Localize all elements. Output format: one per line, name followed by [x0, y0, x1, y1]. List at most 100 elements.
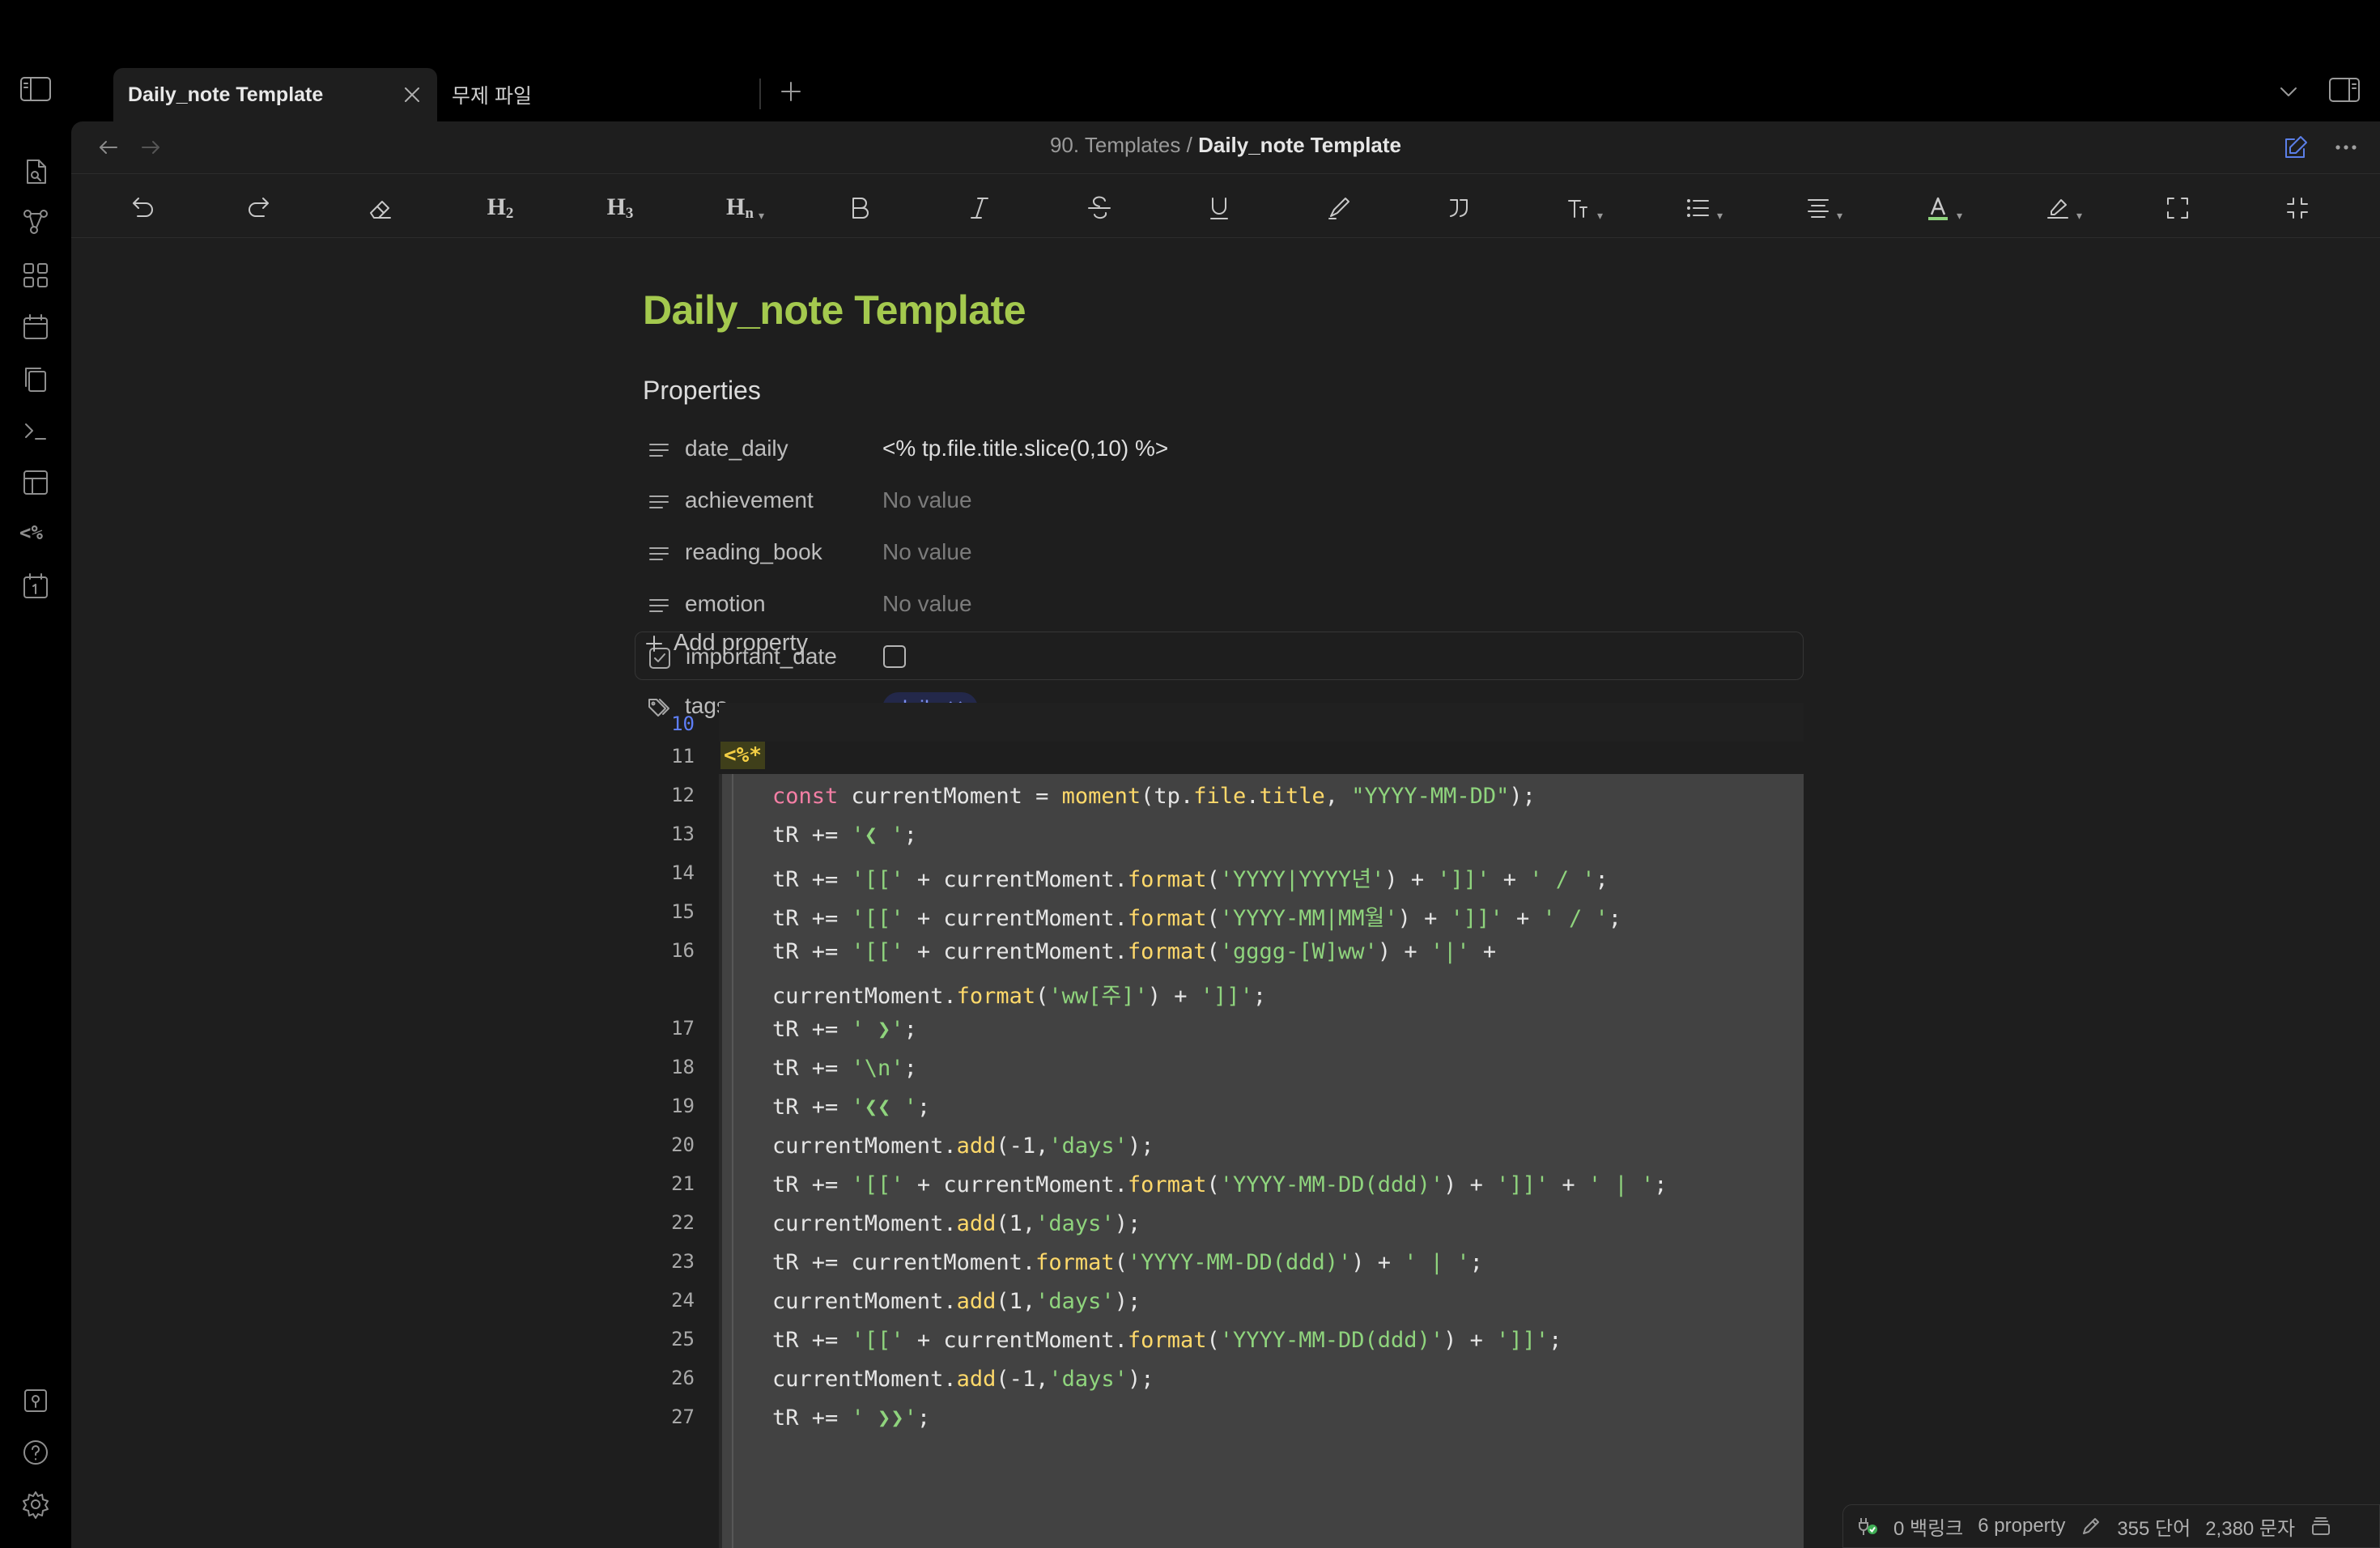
terminal-icon[interactable]: [19, 415, 52, 447]
code-line[interactable]: tR += '[[' + currentMoment.format('YYYY|…: [772, 861, 1609, 893]
highlighter-brush-icon[interactable]: [1320, 189, 1358, 228]
line-number: 21: [671, 1172, 695, 1195]
sync-plug-icon[interactable]: [1856, 1515, 1879, 1537]
daily-note-calendar-icon[interactable]: [19, 570, 52, 602]
templater-code-block[interactable]: const currentMoment = moment(tp.file.tit…: [719, 774, 1804, 1548]
underline-icon[interactable]: [1200, 189, 1239, 228]
archive-icon[interactable]: [2310, 1515, 2332, 1537]
open-quick-switcher-icon[interactable]: [19, 155, 52, 188]
property-date-daily[interactable]: date_daily <% tp.file.title.slice(0,10) …: [635, 424, 1804, 473]
background-color-icon[interactable]: ▾: [2038, 189, 2082, 228]
redo-icon[interactable]: [241, 189, 280, 228]
property-value[interactable]: <% tp.file.title.slice(0,10) %>: [882, 436, 1168, 461]
edit-mode-icon[interactable]: [2281, 133, 2310, 162]
text-icon[interactable]: [646, 437, 672, 463]
pencil-icon[interactable]: [2080, 1515, 2102, 1537]
properties-count[interactable]: 6 property: [1978, 1515, 2065, 1537]
line-number: 26: [671, 1367, 695, 1389]
code-line[interactable]: tR += '[[' + currentMoment.format('YYYY-…: [772, 900, 1621, 932]
line-number: 27: [671, 1406, 695, 1428]
new-tab-plus-icon[interactable]: [776, 76, 806, 107]
collapse-icon[interactable]: [2278, 189, 2317, 228]
template-layout-icon[interactable]: [19, 466, 52, 499]
chevron-down-icon[interactable]: [2275, 78, 2302, 105]
add-property-label: Add property: [674, 630, 809, 656]
text-icon[interactable]: [646, 593, 672, 619]
line-number: 15: [671, 900, 695, 923]
list-icon[interactable]: ▾: [1679, 189, 1723, 228]
breadcrumb-current[interactable]: Daily_note Template: [1198, 133, 1401, 157]
hn-sub: n: [745, 205, 754, 222]
heading-3-button[interactable]: H3: [601, 189, 640, 228]
backlinks-count[interactable]: 0 백링크: [1893, 1512, 1963, 1541]
font-color-icon[interactable]: ▾: [1919, 189, 1962, 228]
canvas-grid-icon[interactable]: [19, 259, 52, 291]
settings-gear-icon[interactable]: [19, 1488, 52, 1520]
italic-icon[interactable]: [960, 189, 999, 228]
code-line[interactable]: tR += ' ❯';: [772, 1017, 917, 1042]
eraser-icon[interactable]: [361, 189, 400, 228]
code-line[interactable]: tR += currentMoment.format('YYYY-MM-DD(d…: [772, 1250, 1483, 1275]
close-icon[interactable]: [402, 84, 423, 105]
code-line[interactable]: tR += '\n';: [772, 1056, 917, 1081]
tab-untitled[interactable]: 무제 파일: [437, 68, 761, 121]
code-line[interactable]: tR += '[[' + currentMoment.format('YYYY-…: [772, 1172, 1667, 1197]
help-icon[interactable]: [19, 1436, 52, 1469]
property-key[interactable]: achievement: [685, 487, 814, 513]
property-key[interactable]: date_daily: [685, 436, 788, 461]
property-important-date[interactable]: important_date: [635, 632, 1804, 680]
word-count[interactable]: 355 단어: [2117, 1512, 2191, 1541]
more-options-icon[interactable]: [2330, 133, 2362, 162]
note-title[interactable]: Daily_note Template: [643, 287, 1026, 334]
code-line[interactable]: currentMoment.add(1,'days');: [772, 1289, 1141, 1314]
add-property-button[interactable]: Add property: [643, 630, 808, 657]
code-line[interactable]: tR += '[[' + currentMoment.format('gggg-…: [772, 939, 1496, 964]
properties-heading[interactable]: Properties: [643, 376, 761, 406]
sidebar-toggle-icon[interactable]: [18, 74, 53, 104]
vault-switcher-icon[interactable]: [19, 1384, 52, 1417]
property-key[interactable]: emotion: [685, 591, 766, 617]
line-number: 24: [671, 1289, 695, 1312]
code-line[interactable]: tR += '❮❮ ';: [772, 1095, 930, 1120]
templater-open-tag[interactable]: <%*: [720, 742, 765, 769]
templater-icon[interactable]: <%: [19, 517, 52, 549]
hn-label: H: [726, 194, 746, 220]
code-line[interactable]: currentMoment.add(-1,'days');: [772, 1133, 1154, 1159]
heading-2-button[interactable]: H2: [481, 189, 520, 228]
undo-icon[interactable]: [121, 189, 160, 228]
right-sidebar-toggle-icon[interactable]: [2327, 74, 2362, 105]
text-format-icon[interactable]: ▾: [1559, 189, 1603, 228]
code-line[interactable]: tR += ' ❯❯';: [772, 1406, 930, 1431]
text-icon[interactable]: [646, 489, 672, 515]
heading-n-button[interactable]: Hn ▾: [720, 189, 764, 228]
line-number: 14: [671, 861, 695, 884]
copy-files-icon[interactable]: [19, 363, 52, 395]
property-achievement[interactable]: achievement No value: [635, 476, 1804, 525]
code-line[interactable]: currentMoment.add(1,'days');: [772, 1211, 1141, 1236]
code-line[interactable]: tR += '[[' + currentMoment.format('YYYY-…: [772, 1328, 1562, 1353]
char-count[interactable]: 2,380 문자: [2205, 1512, 2295, 1541]
breadcrumb-folder[interactable]: 90. Templates: [1050, 133, 1180, 157]
line-number: 19: [671, 1095, 695, 1117]
code-line[interactable]: currentMoment.format('ww[주]') + ']]';: [772, 978, 1266, 1010]
property-value[interactable]: No value: [882, 591, 972, 617]
code-line[interactable]: currentMoment.add(-1,'days');: [772, 1367, 1154, 1392]
strikethrough-icon[interactable]: [1080, 189, 1119, 228]
property-key[interactable]: reading_book: [685, 539, 822, 565]
property-reading-book[interactable]: reading_book No value: [635, 528, 1804, 576]
view-header: 90. Templates / Daily_note Template: [71, 121, 2380, 173]
align-center-icon[interactable]: ▾: [1799, 189, 1842, 228]
property-value[interactable]: No value: [882, 487, 972, 513]
text-icon[interactable]: [646, 541, 672, 567]
property-value[interactable]: No value: [882, 539, 972, 565]
tab-daily-note-template[interactable]: Daily_note Template: [113, 68, 437, 121]
code-line[interactable]: const currentMoment = moment(tp.file.tit…: [772, 784, 1536, 809]
calendar-icon[interactable]: [19, 311, 52, 343]
blockquote-icon[interactable]: [1439, 189, 1478, 228]
fullscreen-icon[interactable]: [2158, 189, 2197, 228]
bold-icon[interactable]: [840, 189, 879, 228]
code-line[interactable]: tR += '❮ ';: [772, 823, 917, 848]
important-date-checkbox[interactable]: [883, 645, 906, 668]
property-emotion[interactable]: emotion No value: [635, 580, 1804, 628]
graph-view-icon[interactable]: [19, 206, 52, 238]
